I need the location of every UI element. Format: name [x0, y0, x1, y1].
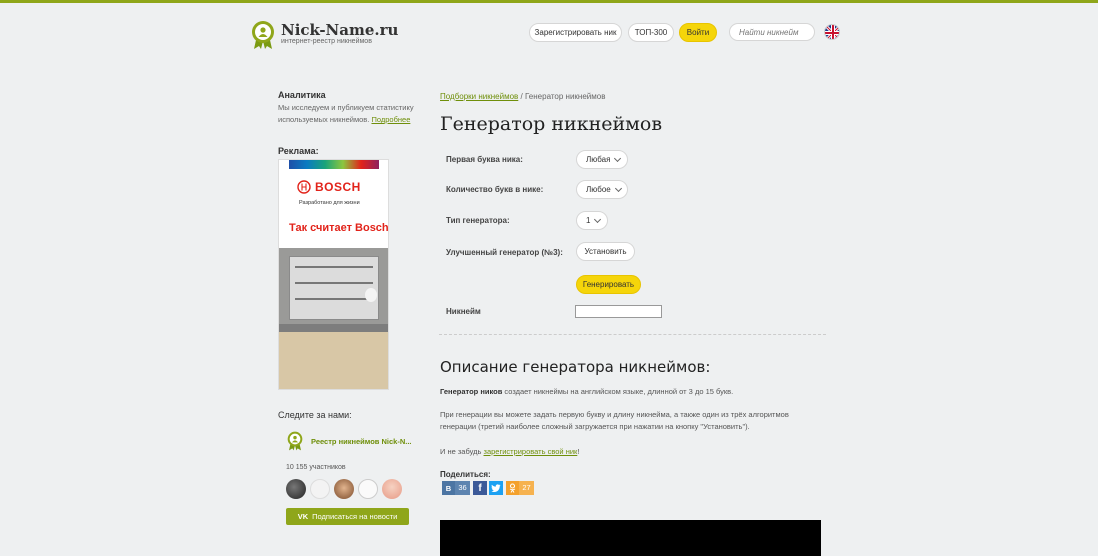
facebook-icon: f — [478, 482, 482, 494]
breadcrumb-separator: / — [520, 92, 523, 101]
share-vk-button[interactable]: В 36 — [442, 481, 470, 495]
first-letter-value: Любая — [586, 155, 611, 164]
logo-title[interactable]: Nick-Name.ru — [281, 21, 398, 39]
reminder-text: И не забудь — [440, 447, 482, 456]
share-label: Поделиться: — [440, 470, 491, 479]
section-divider — [439, 334, 826, 335]
subscribe-label: Подписаться на новости — [312, 512, 398, 521]
letters-count-label: Количество букв в нике: — [446, 185, 544, 194]
vk-share-count: 36 — [455, 481, 470, 495]
search-input[interactable] — [729, 23, 815, 41]
share-twitter-button[interactable] — [489, 481, 503, 495]
chevron-down-icon — [594, 215, 602, 223]
logo-icon[interactable] — [251, 20, 275, 50]
generator-type-select[interactable]: 1 — [576, 211, 608, 230]
logo-subtitle: интернет-реестр никнеймов — [281, 38, 372, 45]
analytics-title: Аналитика — [278, 90, 326, 100]
top300-button[interactable]: ТОП-300 — [628, 23, 674, 42]
avatar[interactable] — [382, 479, 402, 499]
breadcrumb-link[interactable]: Подборки никнеймов — [440, 92, 518, 101]
description-title: Описание генератора никнеймов: — [440, 358, 711, 376]
top-accent-bar — [0, 0, 1098, 3]
login-button[interactable]: Войти — [679, 23, 717, 42]
letters-count-select[interactable]: Любое — [576, 180, 628, 199]
description-paragraph-1: Генератор ников создает никнеймы на англ… — [440, 386, 733, 398]
description-text: создает никнеймы на английском языке, дл… — [504, 387, 734, 396]
chevron-down-icon — [614, 154, 622, 162]
analytics-text: Мы исследуем и публикуем статистику испо… — [278, 102, 418, 126]
twitter-bird-icon — [491, 483, 501, 492]
avatar[interactable] — [358, 479, 378, 499]
register-nick-button[interactable]: Зарегистрировать ник — [529, 23, 622, 42]
generator-type-label: Тип генератора: — [446, 216, 510, 225]
chevron-down-icon — [614, 184, 622, 192]
advanced-generator-label: Улучшенный генератор (№3): — [446, 248, 563, 257]
ad-product-image — [279, 248, 388, 389]
first-letter-select[interactable]: Любая — [576, 150, 628, 169]
letters-count-value: Любое — [586, 185, 611, 194]
uk-flag-icon[interactable] — [824, 24, 840, 40]
ad-label: Реклама: — [278, 146, 319, 156]
avatar[interactable] — [286, 479, 306, 499]
analytics-more-link[interactable]: Подробнее — [371, 115, 410, 124]
install-button[interactable]: Установить — [576, 242, 635, 261]
description-paragraph-3: И не забудь зарегистрировать свой ник! — [440, 446, 579, 458]
avatar[interactable] — [334, 479, 354, 499]
video-player[interactable] — [440, 520, 821, 556]
follow-us-label: Следите за нами: — [278, 410, 352, 420]
ad-tagline: Разработано для жизни — [299, 200, 360, 206]
share-facebook-button[interactable]: f — [473, 481, 487, 495]
ad-brand: BOSCH — [315, 180, 361, 194]
ad-color-stripe — [289, 160, 379, 169]
generate-button[interactable]: Генерировать — [576, 275, 641, 294]
nickname-output-field[interactable] — [575, 305, 662, 318]
members-count: 10 155 участников — [286, 464, 346, 471]
description-bold-term: Генератор ников — [440, 387, 503, 396]
nickname-label: Никнейм — [446, 307, 481, 316]
bosch-logo-icon — [297, 180, 311, 194]
reminder-suffix: ! — [577, 447, 580, 456]
vk-share-icon: В — [445, 483, 452, 493]
generator-type-value: 1 — [586, 216, 591, 225]
breadcrumb: Подборки никнеймов / Генератор никнеймов — [440, 92, 605, 101]
ad-headline: Так считает Bosch. — [289, 222, 389, 234]
page-title: Генератор никнеймов — [440, 113, 663, 135]
members-avatars — [286, 479, 402, 499]
ok-share-count: 27 — [519, 481, 534, 495]
description-paragraph-2: При генерации вы можете задать первую бу… — [440, 410, 789, 431]
group-name-link[interactable]: Реестр никнеймов Nick-N... — [311, 437, 412, 446]
ad-brand-box: BOSCH Разработано для жизни — [292, 176, 374, 210]
avatar[interactable] — [310, 479, 330, 499]
odnoklassniki-icon — [509, 483, 516, 493]
vk-icon: VK — [297, 512, 309, 521]
first-letter-label: Первая буква ника: — [446, 155, 523, 164]
advertisement-banner[interactable]: BOSCH Разработано для жизни Так считает … — [278, 159, 389, 390]
subscribe-news-button[interactable]: VK Подписаться на новости — [286, 508, 409, 525]
register-nick-link[interactable]: зарегистрировать свой ник — [484, 447, 578, 456]
group-logo-icon[interactable] — [287, 431, 303, 451]
share-odnoklassniki-button[interactable]: 27 — [506, 481, 534, 495]
breadcrumb-current: Генератор никнеймов — [525, 92, 606, 101]
